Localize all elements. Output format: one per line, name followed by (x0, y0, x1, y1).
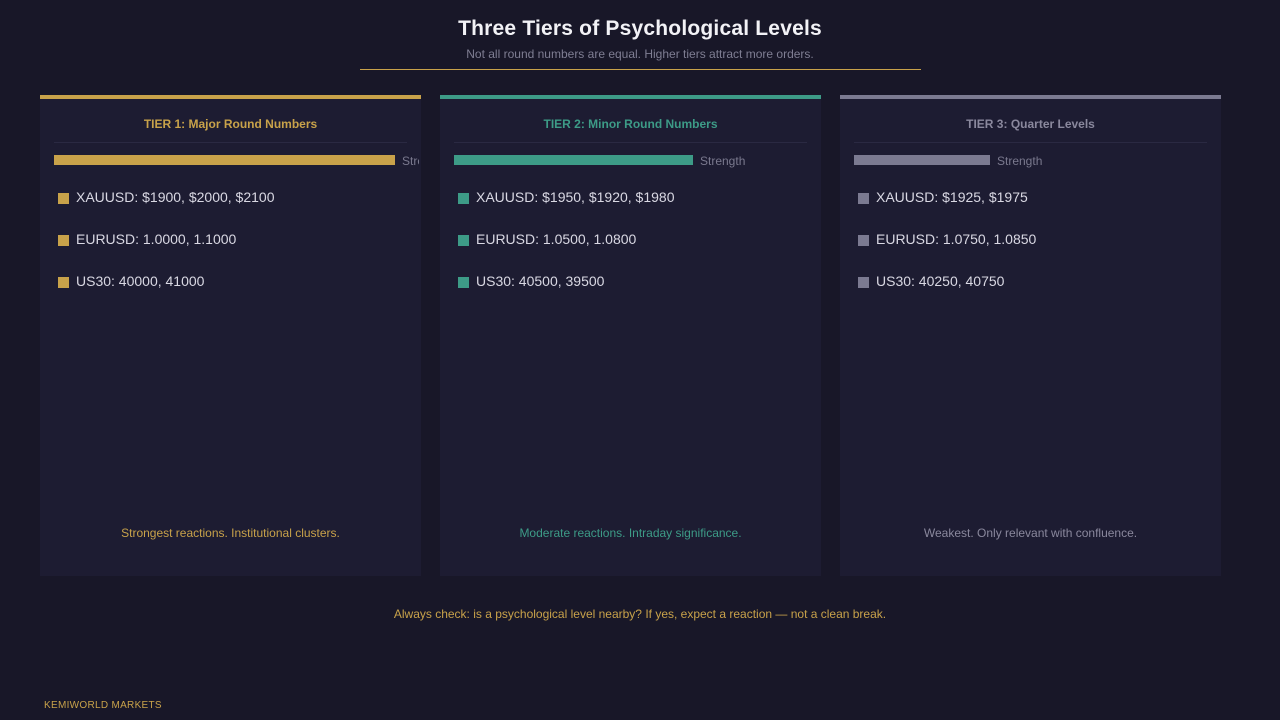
square-bullet-icon (58, 193, 69, 204)
level-list: XAUUSD: $1925, $1975 EURUSD: 1.0750, 1.0… (858, 189, 1207, 315)
tier-description: Strongest reactions. Institutional clust… (121, 526, 340, 540)
tier-card-3: TIER 3: Quarter Levels Strength XAUUSD: … (840, 95, 1221, 576)
level-list: XAUUSD: $1950, $1920, $1980 EURUSD: 1.05… (458, 189, 807, 315)
level-text: US30: 40500, 39500 (476, 273, 605, 289)
strength-bar (854, 155, 990, 165)
level-text: XAUUSD: $1925, $1975 (876, 189, 1028, 205)
strength-bar (454, 155, 693, 165)
list-item: EURUSD: 1.0750, 1.0850 (858, 231, 1207, 273)
list-item: US30: 40000, 41000 (58, 273, 407, 315)
level-text: EURUSD: 1.0750, 1.0850 (876, 231, 1037, 247)
strength-label: Strength (700, 154, 746, 168)
square-bullet-icon (458, 277, 469, 288)
tier-title: TIER 2: Minor Round Numbers (543, 117, 718, 131)
list-item: XAUUSD: $1950, $1920, $1980 (458, 189, 807, 231)
list-item: XAUUSD: $1925, $1975 (858, 189, 1207, 231)
square-bullet-icon (58, 235, 69, 246)
summary-note: Always check: is a psychological level n… (393, 607, 887, 621)
level-text: XAUUSD: $1950, $1920, $1980 (476, 189, 675, 205)
level-text: XAUUSD: $1900, $2000, $2100 (76, 189, 275, 205)
brand-label: KEMIWORLD MARKETS (44, 700, 162, 711)
level-text: EURUSD: 1.0000, 1.1000 (76, 231, 237, 247)
list-item: US30: 40500, 39500 (458, 273, 807, 315)
tier-divider (54, 142, 407, 143)
square-bullet-icon (458, 193, 469, 204)
level-text: EURUSD: 1.0500, 1.0800 (476, 231, 637, 247)
strength-bar (54, 155, 395, 165)
square-bullet-icon (858, 235, 869, 246)
strength-label: Strength (997, 154, 1043, 168)
tier-card-1: TIER 1: Major Round Numbers Strength XAU… (40, 95, 421, 576)
page: Three Tiers of Psychological Levels Not … (0, 0, 1280, 720)
list-item: EURUSD: 1.0500, 1.0800 (458, 231, 807, 273)
level-text: US30: 40250, 40750 (876, 273, 1005, 289)
tier-description: Weakest. Only relevant with confluence. (923, 526, 1138, 540)
tier-title: TIER 3: Quarter Levels (966, 117, 1095, 131)
list-item: XAUUSD: $1900, $2000, $2100 (58, 189, 407, 231)
level-text: US30: 40000, 41000 (76, 273, 205, 289)
tier-card-2: TIER 2: Minor Round Numbers Strength XAU… (440, 95, 821, 576)
level-list: XAUUSD: $1900, $2000, $2100 EURUSD: 1.00… (58, 189, 407, 315)
square-bullet-icon (58, 277, 69, 288)
tier-title: TIER 1: Major Round Numbers (143, 117, 318, 131)
square-bullet-icon (858, 277, 869, 288)
list-item: US30: 40250, 40750 (858, 273, 1207, 315)
tier-divider (854, 142, 1207, 143)
strength-label: Strength (402, 154, 419, 168)
list-item: EURUSD: 1.0000, 1.1000 (58, 231, 407, 273)
square-bullet-icon (858, 193, 869, 204)
page-title: Three Tiers of Psychological Levels (458, 17, 822, 40)
square-bullet-icon (458, 235, 469, 246)
title-divider (360, 69, 921, 70)
page-subtitle: Not all round numbers are equal. Higher … (466, 47, 814, 61)
tier-divider (454, 142, 807, 143)
tier-description: Moderate reactions. Intraday significanc… (519, 526, 742, 540)
